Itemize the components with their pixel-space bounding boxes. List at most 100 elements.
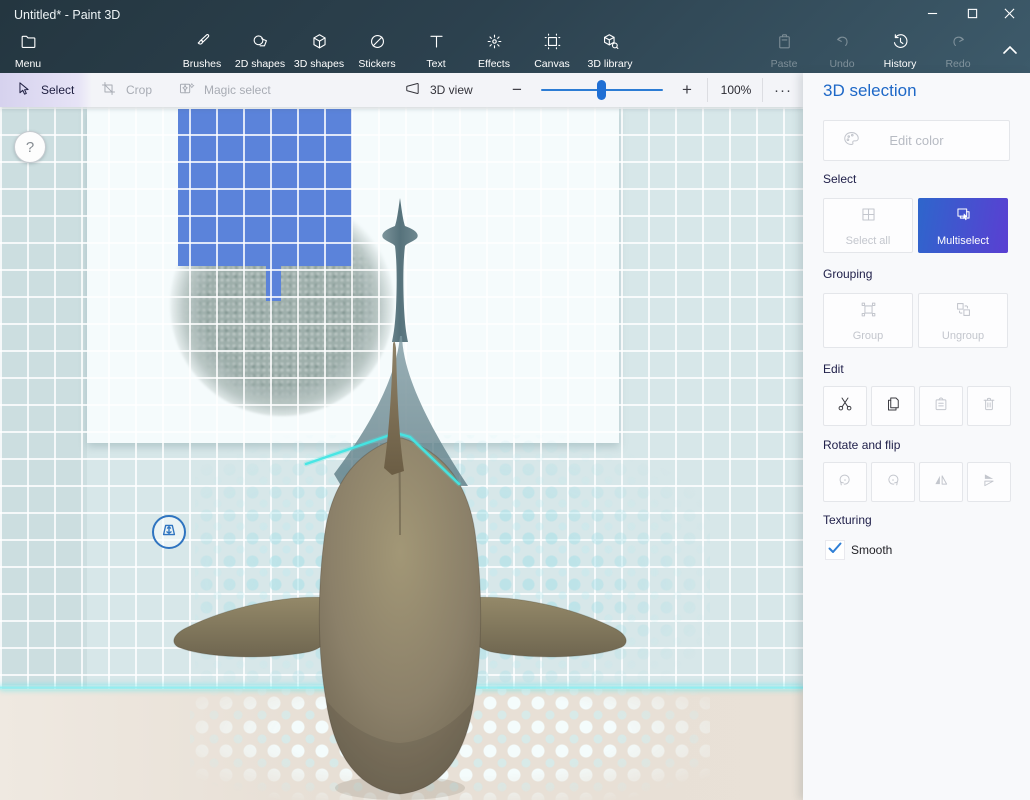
magic-select-icon (178, 80, 195, 100)
minus-icon: − (512, 80, 522, 100)
zoom-out-button[interactable]: − (502, 73, 532, 107)
select-all-label: Select all (846, 236, 891, 247)
smooth-checkbox-label[interactable]: Smooth (851, 543, 892, 557)
2d-shapes-icon (251, 32, 270, 56)
redo-button: Redo (930, 31, 986, 71)
2d-shapes-button[interactable]: 2D shapes (232, 31, 288, 71)
depth-control-button[interactable] (152, 515, 186, 549)
grouping-section-label: Grouping (823, 267, 872, 281)
effects-button[interactable]: Effects (466, 31, 522, 71)
toolbar-label: Brushes (183, 59, 222, 70)
text-button[interactable]: Text (408, 31, 464, 71)
shark-3d-model[interactable] (150, 190, 650, 800)
window-title: Untitled* - Paint 3D (14, 0, 120, 30)
wall-backdrop (0, 107, 87, 689)
zoom-slider[interactable] (541, 73, 663, 107)
rotate-cw-icon (884, 471, 902, 494)
edit-color-button: Edit color (823, 120, 1010, 161)
crop-tool-label: Crop (126, 83, 152, 97)
flip-horizontal-icon (932, 471, 950, 494)
cursor-arrow-icon (15, 80, 32, 100)
paste-button: Paste (756, 31, 812, 71)
toolbar-label: Stickers (358, 59, 395, 70)
shark-tail-fin (382, 198, 417, 342)
canvas-button[interactable]: Canvas (524, 31, 580, 71)
3d-library-button[interactable]: 3D library (582, 31, 638, 71)
ungroup-button: Ungroup (918, 293, 1008, 348)
edit-section-label: Edit (823, 362, 844, 376)
canvas-viewport[interactable]: ? (0, 107, 803, 800)
3d-view-button[interactable]: 3D view (404, 73, 490, 107)
cut-button[interactable] (823, 386, 867, 426)
toolbar-label: Redo (945, 59, 970, 70)
delete-button (967, 386, 1011, 426)
zoom-in-button[interactable]: + (672, 73, 702, 107)
copy-button[interactable] (871, 386, 915, 426)
toolbar-label: History (884, 59, 917, 70)
magic-select-label: Magic select (204, 83, 271, 97)
3d-shapes-button[interactable]: 3D shapes (291, 31, 347, 71)
toolbar-label: 3D shapes (294, 59, 344, 70)
group-icon (859, 300, 878, 324)
toolbar-label: 3D library (588, 59, 633, 70)
toolbar-label: 2D shapes (235, 59, 285, 70)
toolbar-label: Undo (829, 59, 854, 70)
shark-right-fin (468, 597, 626, 657)
shark-left-fin (174, 597, 332, 657)
chevron-up-icon (1002, 42, 1018, 60)
paste-icon (932, 395, 950, 418)
paint3d-window: Untitled* - Paint 3D Menu Brushes 2D sha… (0, 0, 1030, 800)
flip-vertical-icon (980, 471, 998, 494)
depth-control-icon (159, 520, 179, 545)
toolbar-label: Canvas (534, 59, 570, 70)
undo-icon (833, 32, 852, 56)
plus-icon: + (682, 80, 692, 100)
select-tool-button[interactable]: Select (0, 73, 92, 107)
paste-panel-button (919, 386, 963, 426)
select-section-label: Select (823, 172, 856, 186)
maximize-button[interactable] (952, 0, 992, 30)
toolbar-label: Paste (771, 59, 798, 70)
panel-title: 3D selection (823, 81, 917, 101)
group-label: Group (853, 331, 884, 342)
stickers-button[interactable]: Stickers (349, 31, 405, 71)
minimize-button[interactable] (912, 0, 952, 30)
menu-button[interactable]: Menu (0, 31, 56, 71)
more-options-button[interactable]: ··· (764, 73, 802, 107)
select-all-icon (859, 205, 878, 229)
flip-horizontal-button (919, 462, 963, 502)
ungroup-icon (954, 300, 973, 324)
collapse-ribbon-button[interactable] (996, 40, 1024, 62)
multiselect-icon (954, 205, 973, 229)
3d-view-icon (404, 80, 421, 100)
help-button[interactable]: ? (14, 131, 46, 163)
copy-icon (884, 395, 902, 418)
delete-icon (980, 395, 998, 418)
minimize-icon (927, 6, 938, 24)
effects-icon (485, 32, 504, 56)
separator (707, 78, 708, 102)
rotate-clockwise-button (871, 462, 915, 502)
select-tool-label: Select (41, 83, 74, 97)
multiselect-button[interactable]: Multiselect (918, 198, 1008, 253)
flip-vertical-button (967, 462, 1011, 502)
brushes-button[interactable]: Brushes (174, 31, 230, 71)
history-button[interactable]: History (872, 31, 928, 71)
tool-options-bar: Select Crop Magic select 3D view − + 100… (0, 73, 803, 107)
close-button[interactable] (990, 0, 1028, 30)
brush-icon (193, 32, 212, 56)
smooth-checkbox[interactable] (825, 540, 845, 560)
maximize-icon (967, 6, 978, 24)
zoom-percentage[interactable]: 100% (710, 73, 762, 107)
ungroup-label: Ungroup (942, 331, 984, 342)
check-icon (828, 541, 842, 559)
multiselect-label: Multiselect (937, 236, 989, 247)
stickers-icon (368, 32, 387, 56)
redo-icon (949, 32, 968, 56)
3d-shapes-icon (310, 32, 329, 56)
crop-icon (100, 80, 117, 100)
rotate-section-label: Rotate and flip (823, 438, 900, 452)
toolbar-label: Effects (478, 59, 510, 70)
magic-select-button: Magic select (178, 73, 308, 107)
zoom-slider-thumb[interactable] (597, 80, 606, 100)
